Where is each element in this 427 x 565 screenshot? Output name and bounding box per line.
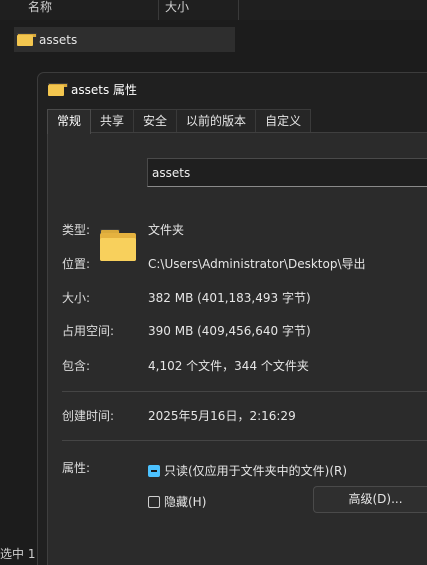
properties-dialog: assets 属性 常规 共享 安全 以前的版本 自定义 类型: 文件夹 位置:…: [37, 72, 427, 565]
tab-sharing[interactable]: 共享: [90, 109, 135, 133]
section-divider: [62, 391, 427, 392]
checkbox-empty-icon[interactable]: [148, 495, 160, 508]
disk-size-label: 占用空间:: [62, 324, 115, 338]
tab-previous-versions[interactable]: 以前的版本: [176, 109, 257, 133]
folder-icon: [100, 229, 136, 261]
folder-icon: [48, 82, 68, 96]
readonly-label[interactable]: 只读(仅应用于文件夹中的文件)(R): [164, 462, 347, 479]
size-value: 382 MB (401,183,493 字节): [148, 291, 311, 305]
contains-value: 4,102 个文件，344 个文件夹: [148, 359, 309, 373]
type-label: 类型:: [62, 223, 91, 237]
column-size-header[interactable]: 大小: [165, 0, 189, 14]
section-divider: [62, 440, 427, 441]
attributes-label: 属性:: [62, 461, 91, 475]
status-bar-text: 选中 1: [0, 547, 36, 561]
advanced-button[interactable]: 高级(D)...: [313, 486, 427, 513]
readonly-checkbox[interactable]: 只读(仅应用于文件夹中的文件)(R): [148, 462, 347, 479]
tab-security[interactable]: 安全: [133, 109, 178, 133]
file-name: assets: [39, 32, 78, 47]
folder-icon: [17, 33, 37, 46]
type-value: 文件夹: [148, 223, 185, 237]
tab-strip: 常规 共享 安全 以前的版本 自定义: [47, 109, 312, 134]
column-divider[interactable]: [238, 0, 239, 20]
column-divider[interactable]: [158, 0, 159, 20]
column-name-header[interactable]: 名称: [28, 0, 52, 14]
tab-general[interactable]: 常规: [47, 109, 92, 134]
column-header-bar: 名称 大小: [0, 0, 427, 20]
created-label: 创建时间:: [62, 409, 115, 423]
size-label: 大小:: [62, 291, 91, 305]
dialog-titlebar[interactable]: assets 属性: [38, 73, 427, 105]
folder-name-input[interactable]: [147, 158, 427, 187]
created-value: 2025年5月16日，2:16:29: [148, 409, 296, 423]
location-value: C:\Users\Administrator\Desktop\导出: [148, 257, 366, 271]
file-list-item[interactable]: assets: [14, 27, 235, 52]
checkbox-indeterminate-icon[interactable]: [148, 464, 160, 477]
dialog-title: assets 属性: [71, 82, 138, 97]
hidden-label[interactable]: 隐藏(H): [164, 493, 206, 510]
location-label: 位置:: [62, 257, 91, 271]
contains-label: 包含:: [62, 359, 91, 373]
hidden-checkbox[interactable]: 隐藏(H): [148, 493, 206, 510]
tab-customize[interactable]: 自定义: [255, 109, 312, 133]
disk-size-value: 390 MB (409,456,640 字节): [148, 324, 311, 338]
